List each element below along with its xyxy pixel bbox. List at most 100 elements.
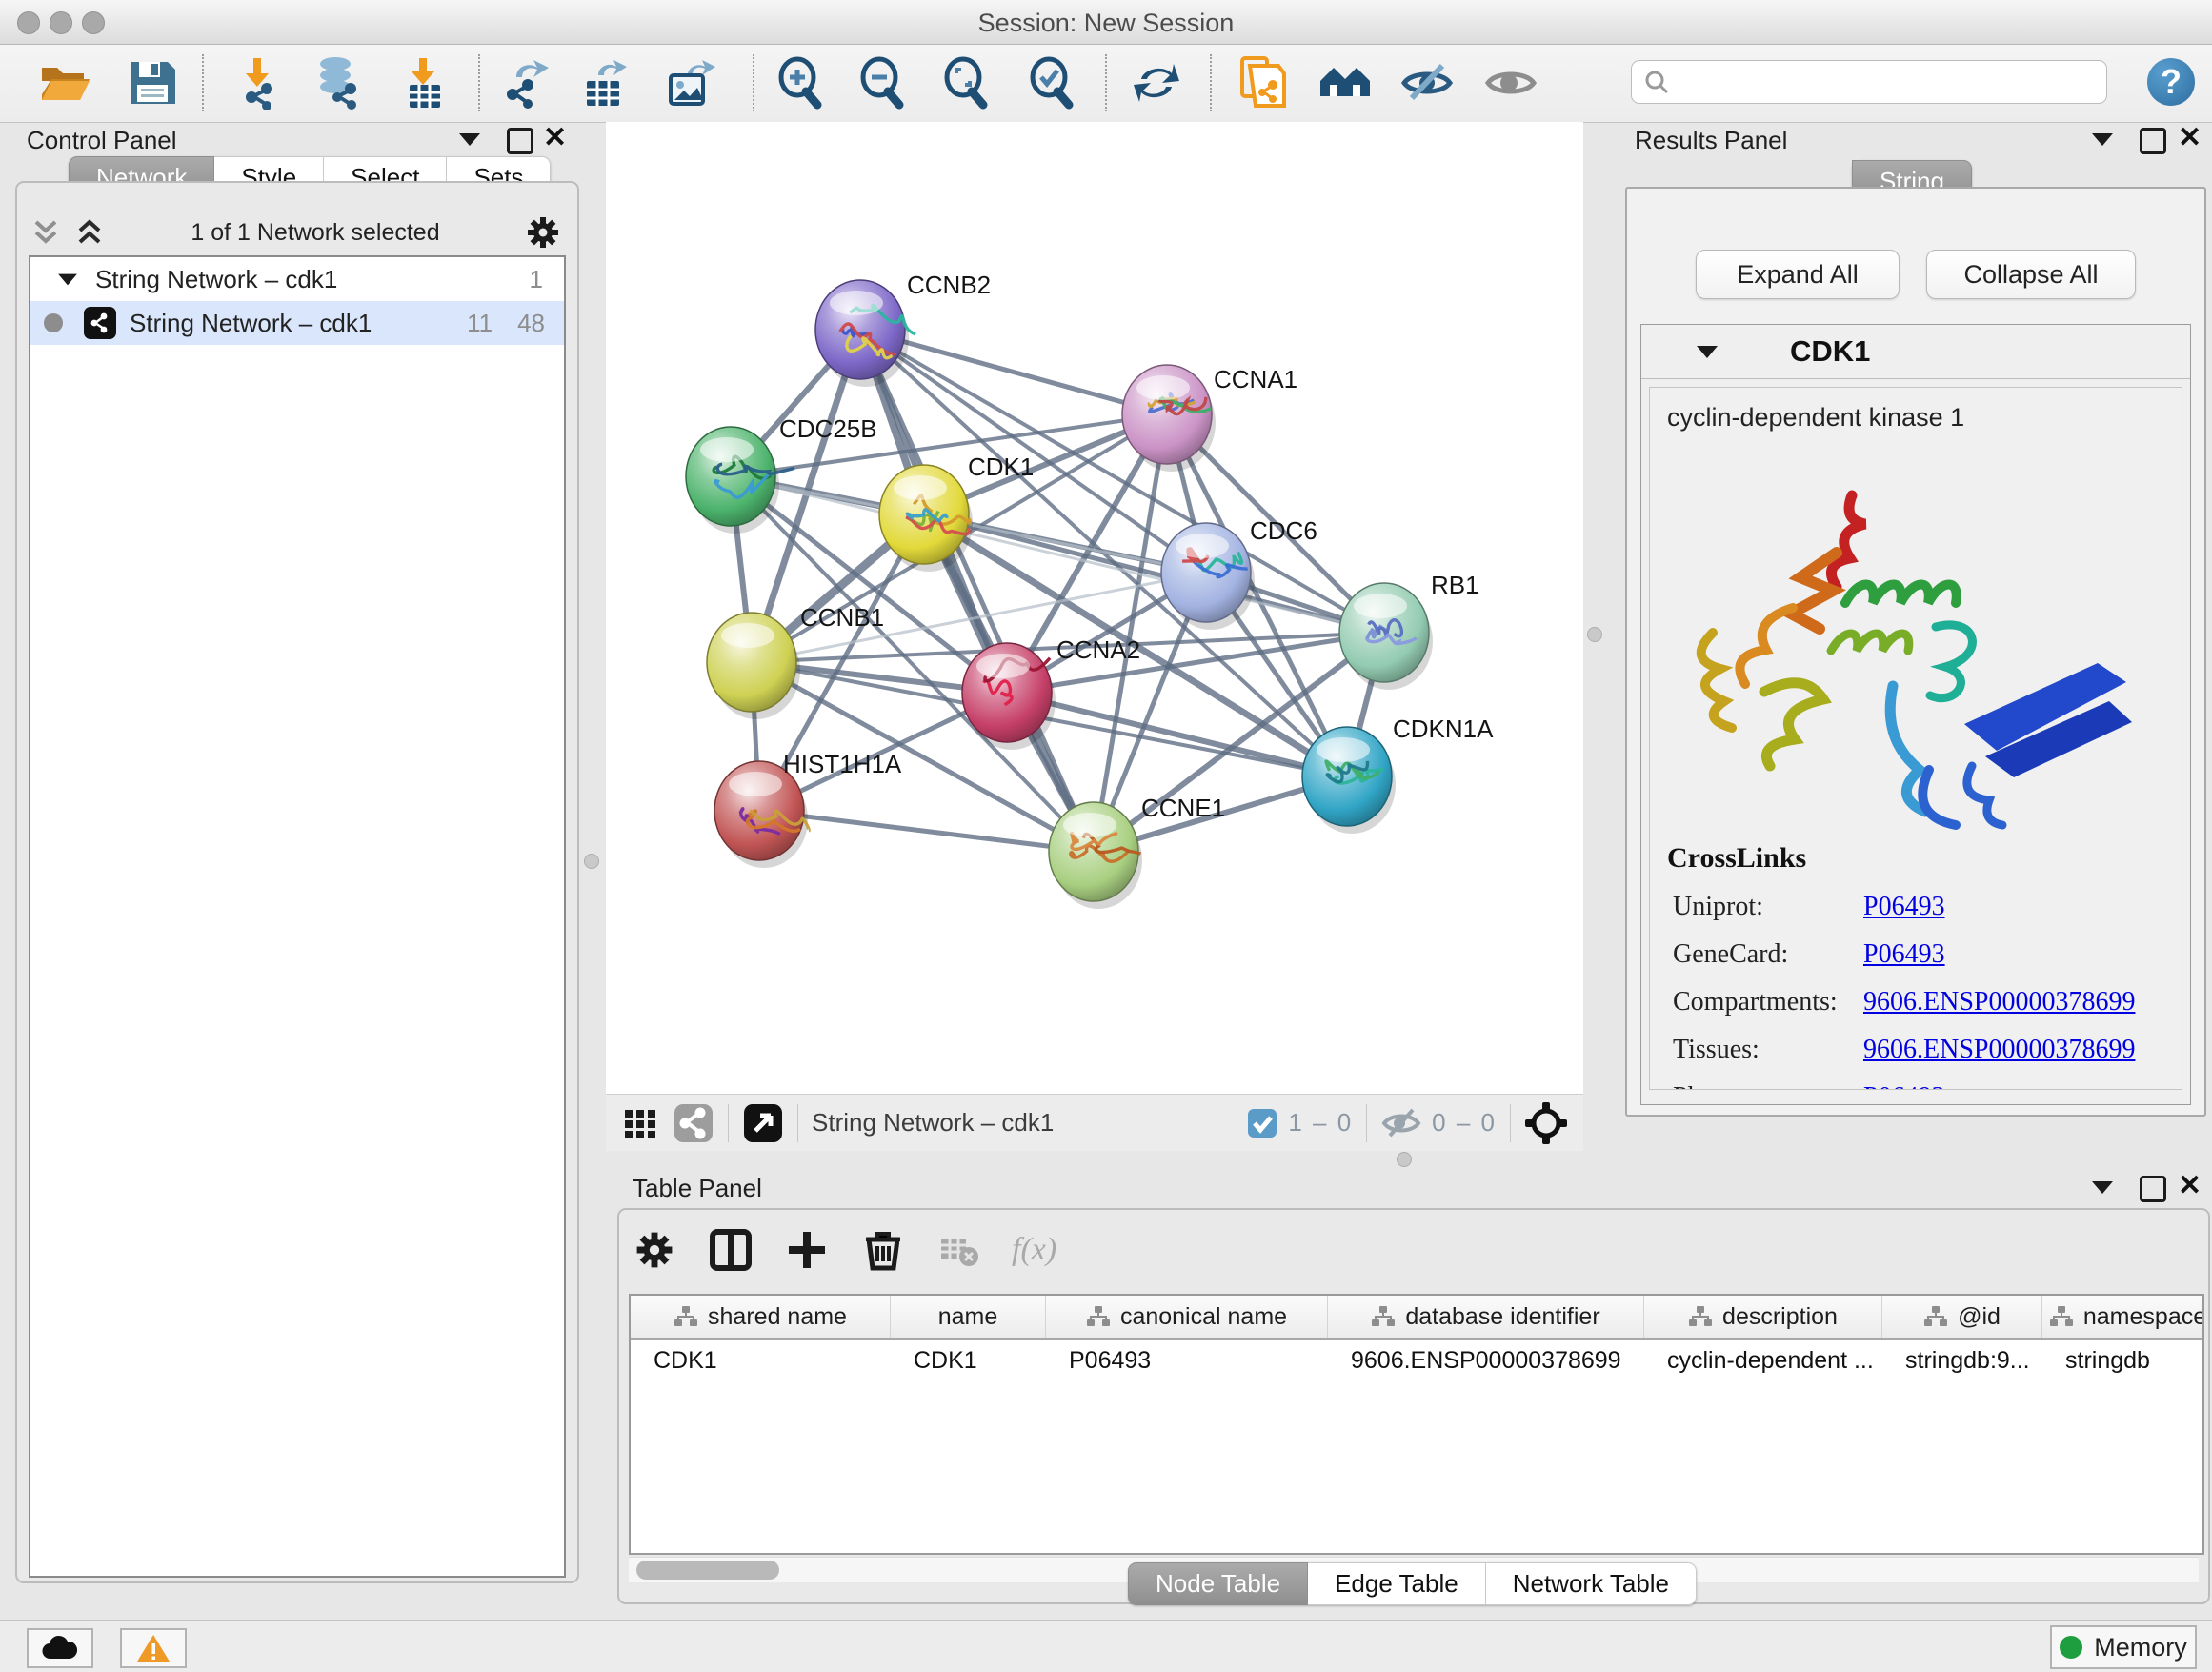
window-title: Session: New Session (0, 9, 2212, 38)
network-share-view-icon[interactable] (673, 1102, 714, 1144)
network-canvas[interactable]: CCNB2CCNA1CDC25BCDK1CDC6RB1CCNB1CCNA2CDK… (606, 122, 1583, 1094)
collapse-all-icon[interactable] (29, 216, 63, 249)
fit-selected-crosshair-icon[interactable] (1524, 1101, 1568, 1145)
zoom-selected-button[interactable] (1025, 56, 1078, 110)
collection-count: 1 (530, 265, 543, 294)
crosslink-value-link[interactable]: P06493 (1863, 1082, 1945, 1090)
delete-table-icon[interactable] (937, 1229, 979, 1271)
tab-network-table[interactable]: Network Table (1486, 1562, 1697, 1605)
cloud-icon (41, 1634, 79, 1662)
table-panel-close-button[interactable]: ✕ (2178, 1176, 2202, 1197)
table-options-gear-icon[interactable] (633, 1228, 676, 1272)
help-button[interactable]: ? (2147, 58, 2195, 106)
status-bar: Memory (0, 1620, 2212, 1672)
selected-node-edge-count: 1 – 0 (1288, 1108, 1353, 1138)
results-panel-menu-button[interactable] (2092, 133, 2113, 151)
save-session-button[interactable] (126, 56, 179, 110)
crosslink-value-link[interactable]: P06493 (1863, 939, 1945, 970)
crosslink-row: Pharos:P06493 (1650, 1082, 2182, 1090)
network-node-CDC6[interactable]: CDC6 (1161, 516, 1317, 630)
crosslink-value-link[interactable]: 9606.ENSP00000378699 (1863, 1035, 2135, 1065)
crosslink-value-link[interactable]: 9606.ENSP00000378699 (1863, 987, 2135, 1017)
apply-function-button[interactable]: f(x) (1012, 1232, 1056, 1268)
add-column-icon[interactable] (785, 1228, 829, 1272)
control-panel-close-button[interactable]: ✕ (543, 128, 567, 149)
clone-network-icon (1235, 56, 1288, 110)
right-splitter-handle[interactable] (1587, 627, 1602, 642)
zoom-fit-button[interactable] (939, 56, 993, 110)
results-panel-close-button[interactable]: ✕ (2178, 128, 2202, 149)
tab-node-table[interactable]: Node Table (1128, 1562, 1308, 1605)
grid-view-icon[interactable] (621, 1104, 659, 1142)
zoom-out-button[interactable] (855, 56, 909, 110)
table-panel-float-button[interactable] (2140, 1176, 2166, 1207)
scrollbar-thumb[interactable] (636, 1561, 779, 1580)
warnings-button[interactable] (120, 1628, 187, 1668)
table-cell[interactable]: stringdb:9... (1882, 1340, 2042, 1381)
refresh-view-button[interactable] (1130, 56, 1183, 110)
delete-column-icon[interactable] (861, 1228, 905, 1272)
hide-selected-button[interactable] (1400, 56, 1454, 110)
hidden-eye-slash-icon[interactable] (1380, 1105, 1422, 1141)
horizontal-splitter-handle[interactable] (1397, 1152, 1412, 1167)
control-panel-menu-button[interactable] (459, 133, 480, 151)
column-header-namespace[interactable]: namespace (2042, 1296, 2204, 1338)
table-cell[interactable]: P06493 (1046, 1340, 1328, 1381)
show-columns-icon[interactable] (709, 1228, 753, 1272)
table-panel-menu-button[interactable] (2092, 1181, 2113, 1199)
column-header-database-identifier[interactable]: database identifier (1328, 1296, 1644, 1338)
network-node-CDK1[interactable]: CDK1 (879, 453, 1034, 572)
memory-button[interactable]: Memory (2050, 1625, 2197, 1669)
node-table: shared namenamecanonical namedatabase id… (629, 1294, 2204, 1555)
import-network-file-button[interactable] (232, 56, 286, 110)
expand-all-button[interactable]: Expand All (1696, 250, 1900, 299)
import-table-button[interactable] (398, 56, 452, 110)
birds-eye-view-icon[interactable] (742, 1102, 784, 1144)
export-image-button[interactable] (663, 56, 716, 110)
first-neighbors-button[interactable] (1318, 56, 1372, 110)
export-network-button[interactable] (499, 56, 553, 110)
crosslink-row: Tissues:9606.ENSP00000378699 (1650, 1035, 2182, 1065)
network-node-HIST1H1A[interactable]: HIST1H1A (714, 750, 902, 868)
import-network-database-button[interactable] (312, 56, 366, 110)
gene-expander-icon[interactable] (1697, 346, 1718, 358)
export-table-button[interactable] (579, 56, 633, 110)
selected-checkbox-icon[interactable] (1246, 1107, 1278, 1139)
show-all-button[interactable] (1484, 56, 1538, 110)
node-label-CDK1: CDK1 (968, 453, 1034, 481)
network-collection-row[interactable]: String Network – cdk1 1 (30, 257, 564, 301)
open-session-button[interactable] (38, 56, 91, 110)
table-cell[interactable]: CDK1 (631, 1340, 891, 1381)
tab-edge-table[interactable]: Edge Table (1308, 1562, 1486, 1605)
collection-expander-icon[interactable] (58, 273, 77, 285)
string-network-graph[interactable]: CCNB2CCNA1CDC25BCDK1CDC6RB1CCNB1CCNA2CDK… (606, 122, 1583, 1094)
network-options-gear-icon[interactable] (524, 213, 562, 252)
export-table-icon (579, 56, 633, 110)
results-panel-float-button[interactable] (2140, 128, 2166, 159)
network-node-CCNE1[interactable]: CCNE1 (1049, 794, 1225, 909)
column-header-shared-name[interactable]: shared name (631, 1296, 891, 1338)
clone-network-button[interactable] (1235, 56, 1288, 110)
gene-section-header[interactable]: CDK1 (1641, 325, 2190, 379)
zoom-in-button[interactable] (774, 56, 827, 110)
table-cell[interactable]: CDK1 (891, 1340, 1046, 1381)
cloud-status-button[interactable] (27, 1628, 93, 1668)
table-cell[interactable]: cyclin-dependent ... (1644, 1340, 1882, 1381)
table-row[interactable]: CDK1CDK1P064939606.ENSP00000378699cyclin… (631, 1340, 2202, 1381)
column-header--id[interactable]: @id (1882, 1296, 2042, 1338)
table-cell[interactable]: 9606.ENSP00000378699 (1328, 1340, 1644, 1381)
collapse-all-button[interactable]: Collapse All (1926, 250, 2136, 299)
column-header-canonical-name[interactable]: canonical name (1046, 1296, 1328, 1338)
table-cell[interactable]: stringdb (2042, 1340, 2204, 1381)
expand-all-icon[interactable] (72, 216, 107, 249)
left-splitter-handle[interactable] (584, 854, 599, 869)
column-header-description[interactable]: description (1644, 1296, 1882, 1338)
control-panel-float-button[interactable] (507, 128, 533, 159)
network-node-CDKN1A[interactable]: CDKN1A (1302, 715, 1494, 834)
column-header-name[interactable]: name (891, 1296, 1046, 1338)
crosslink-value-link[interactable]: P06493 (1863, 892, 1945, 922)
network-node-RB1[interactable]: RB1 (1339, 571, 1479, 690)
zoom-in-icon (774, 56, 827, 110)
search-input[interactable] (1670, 68, 2083, 96)
network-row-selected[interactable]: String Network – cdk1 11 48 (30, 301, 564, 345)
